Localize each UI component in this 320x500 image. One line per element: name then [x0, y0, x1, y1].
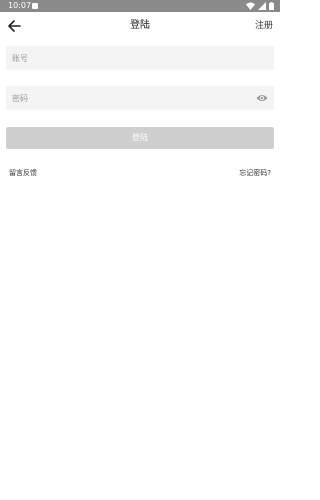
account-field	[6, 46, 274, 71]
feedback-link[interactable]: 留言反馈	[9, 168, 37, 178]
password-field	[6, 86, 274, 111]
password-input[interactable]	[6, 86, 242, 111]
page-title: 登陆	[130, 20, 150, 31]
battery-icon	[269, 2, 274, 10]
cellular-signal-icon	[258, 2, 266, 10]
register-button[interactable]: 注册	[255, 12, 273, 40]
back-arrow-icon[interactable]	[6, 18, 22, 34]
eye-icon[interactable]	[256, 93, 268, 103]
notification-icon	[32, 3, 38, 9]
login-button[interactable]: 登陆	[6, 127, 274, 149]
status-time: 10:07	[8, 1, 32, 10]
status-bar: 10:07	[0, 0, 280, 12]
status-icons	[246, 0, 274, 12]
app-bar: 登陆 注册	[0, 12, 280, 40]
wifi-icon	[246, 2, 255, 10]
forgot-password-link[interactable]: 忘记密码?	[239, 168, 271, 178]
account-input[interactable]	[6, 46, 242, 71]
